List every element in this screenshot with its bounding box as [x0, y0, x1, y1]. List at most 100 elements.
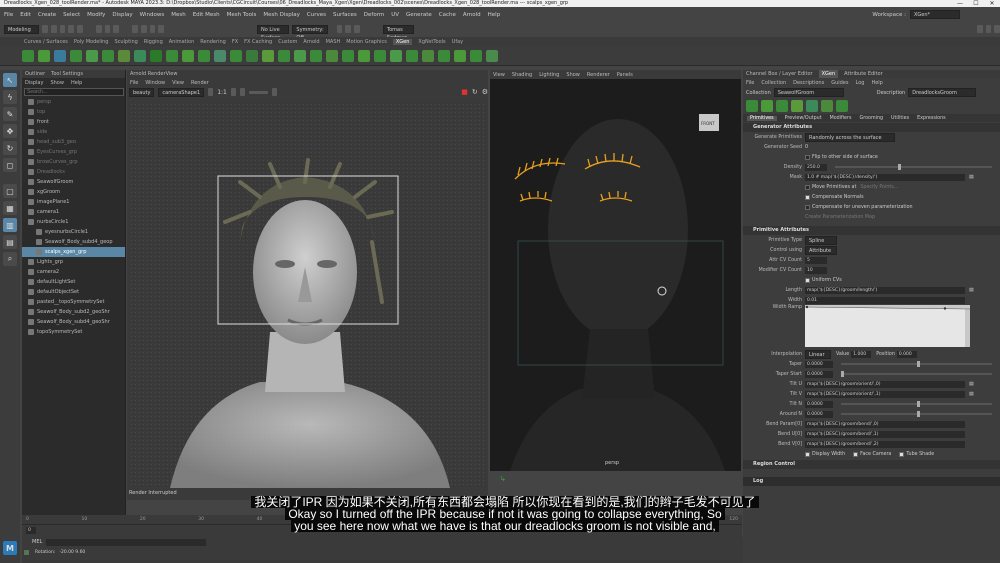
curl-icon[interactable]	[214, 49, 226, 62]
primitive-type-dropdown[interactable]: Spline	[805, 235, 837, 245]
curves-guides-icon[interactable]	[438, 49, 450, 62]
camera-dropdown[interactable]: cameraShape1	[158, 87, 205, 97]
shelf-tab-xgen[interactable]: XGen	[392, 38, 413, 45]
outliner-item[interactable]: scalps_xgen_grp	[22, 247, 125, 257]
density-field[interactable]: 250.0	[805, 163, 827, 171]
add-guide-icon[interactable]	[70, 49, 82, 62]
shelf-tab-animation[interactable]: Animation	[169, 39, 195, 45]
shelf-tab-rigging[interactable]: Rigging	[144, 39, 163, 45]
xgen-menu-help[interactable]: Help	[871, 80, 882, 86]
move-tool-icon[interactable]: ✥	[3, 124, 17, 138]
generate-icon[interactable]	[791, 100, 803, 112]
create-param-map-button[interactable]: Create Parameterization Map	[805, 215, 875, 220]
face-camera-checkbox[interactable]	[853, 451, 859, 457]
subtab-expressions[interactable]: Expressions	[917, 116, 946, 121]
outliner-item[interactable]: eyesnurbsCircle1	[22, 227, 125, 237]
tilt-u-map-icon[interactable]: ▤	[969, 382, 974, 387]
create-xgen-icon[interactable]	[746, 100, 758, 112]
refresh-render-icon[interactable]: ↻	[472, 88, 478, 96]
new-scene-icon[interactable]	[42, 25, 48, 33]
viewport-menu-view[interactable]: View	[493, 72, 505, 78]
shelf-tab-fx[interactable]: FX	[232, 39, 238, 45]
four-view-icon[interactable]: ▦	[3, 201, 17, 215]
menu-create[interactable]: Create	[38, 12, 56, 18]
menu-select[interactable]: Select	[63, 12, 80, 18]
menu-help[interactable]: Help	[488, 12, 501, 18]
render-menu-window[interactable]: Window	[145, 80, 165, 86]
select-object-icon[interactable]	[104, 25, 111, 33]
search-icon[interactable]: ⌕	[3, 252, 17, 266]
live-surface-dropdown[interactable]: No Live Surface	[257, 24, 290, 41]
xgen-menu-log[interactable]: Log	[856, 80, 865, 86]
taper-field[interactable]: 0.0000	[805, 360, 833, 368]
shelf-tab-ufay[interactable]: Ufay	[452, 39, 463, 45]
symmetry-dropdown[interactable]: Symmetry: Off	[292, 24, 328, 41]
render-menu-render[interactable]: Render	[191, 80, 209, 86]
around-n-slider[interactable]	[841, 411, 992, 417]
shelf-tab-sculpting[interactable]: Sculpting	[114, 39, 137, 45]
part-icon[interactable]	[294, 49, 306, 62]
render-canvas[interactable]	[130, 102, 485, 488]
subtab-utilities[interactable]: Utilities	[891, 116, 909, 121]
redo-icon[interactable]	[77, 25, 83, 33]
comb-icon[interactable]	[134, 49, 146, 62]
width-ramp-graph[interactable]	[805, 305, 970, 347]
outliner-item[interactable]: Seawolf_Body_subd4_geoShr	[22, 317, 125, 327]
guide-length-icon[interactable]	[118, 49, 130, 62]
open-scene-icon[interactable]	[50, 25, 57, 33]
outliner-item[interactable]: EyesCurves_grp	[22, 147, 125, 157]
outliner-item[interactable]: head_sub3_geo	[22, 137, 125, 147]
attr-cv-field[interactable]: 5	[805, 256, 827, 264]
channel-box-icon[interactable]	[994, 25, 1000, 33]
mask-icon[interactable]	[310, 49, 322, 62]
settings-icon[interactable]: ⚙	[482, 88, 488, 96]
sculpt-guide-icon[interactable]	[102, 49, 114, 62]
xgen-menu-guides[interactable]: Guides	[831, 80, 848, 86]
tab-xgen[interactable]: XGen	[818, 70, 839, 78]
render-menu-file[interactable]: File	[130, 80, 138, 86]
outliner-item[interactable]: persp	[22, 97, 125, 107]
position-field[interactable]: 0.000	[896, 350, 917, 358]
bend-v-field[interactable]: map('${DESC}/groom/bend/',2)	[805, 440, 965, 448]
compensate-uneven-checkbox[interactable]	[805, 204, 810, 210]
single-view-icon[interactable]: ▢	[3, 184, 17, 198]
value-field[interactable]: 1.000	[851, 350, 872, 358]
outliner-item[interactable]: camera2	[22, 267, 125, 277]
shelf-tab-mash[interactable]: MASH	[326, 39, 341, 45]
viewport-menu-panels[interactable]: Panels	[617, 72, 633, 78]
compensate-normals-checkbox[interactable]	[805, 194, 810, 200]
outliner-item[interactable]: camera1	[22, 207, 125, 217]
outliner-menu-display[interactable]: Display	[25, 80, 43, 86]
clump-icon[interactable]	[182, 49, 194, 62]
select-component-icon[interactable]	[113, 25, 120, 33]
range-start-field[interactable]: 0	[26, 526, 36, 534]
around-n-field[interactable]: 0.0000	[805, 410, 833, 418]
generate-primitives-dropdown[interactable]: Randomly across the surface	[805, 132, 895, 142]
outliner-item[interactable]: SeawolfGroom	[22, 177, 125, 187]
bake-icon[interactable]	[836, 100, 848, 112]
ipr-render-icon[interactable]	[345, 25, 352, 33]
rotate-tool-icon[interactable]: ↻	[3, 141, 17, 155]
viewport-menu-lighting[interactable]: Lighting	[539, 72, 559, 78]
shelf-tab-poly[interactable]: Poly Modeling	[74, 39, 109, 45]
persp-viewport[interactable]: View Shading Lighting Show Renderer Pane…	[490, 70, 741, 483]
width-icon[interactable]	[262, 49, 274, 62]
menu-mesh-tools[interactable]: Mesh Tools	[227, 12, 257, 18]
paint-select-icon[interactable]: ✎	[3, 107, 17, 121]
length-map-icon[interactable]: ▤	[969, 288, 974, 293]
outliner-menu-help[interactable]: Help	[71, 80, 82, 86]
bend-u-field[interactable]: map('${DESC}/groom/bend/',1)	[805, 430, 965, 438]
outliner-item[interactable]: xgGroom	[22, 187, 125, 197]
outliner-item[interactable]: side	[22, 127, 125, 137]
snap-view-icon[interactable]	[158, 25, 165, 33]
viewport-menu-show[interactable]: Show	[566, 72, 580, 78]
bend-param-field[interactable]: map('${DESC}/groom/bend/',0)	[805, 420, 965, 428]
region-control-header[interactable]: Region Control	[743, 460, 1000, 469]
tab-tool-settings[interactable]: Tool Settings	[51, 70, 83, 78]
region-icon[interactable]	[326, 49, 338, 62]
lasso-tool-icon[interactable]: ϟ	[3, 90, 17, 104]
mask-map-icon[interactable]: ▤	[969, 175, 974, 180]
menu-surfaces[interactable]: Surfaces	[333, 12, 357, 18]
length-expression-field[interactable]: map('${DESC}/groom/length/')	[805, 286, 965, 294]
menu-windows[interactable]: Windows	[140, 12, 165, 18]
